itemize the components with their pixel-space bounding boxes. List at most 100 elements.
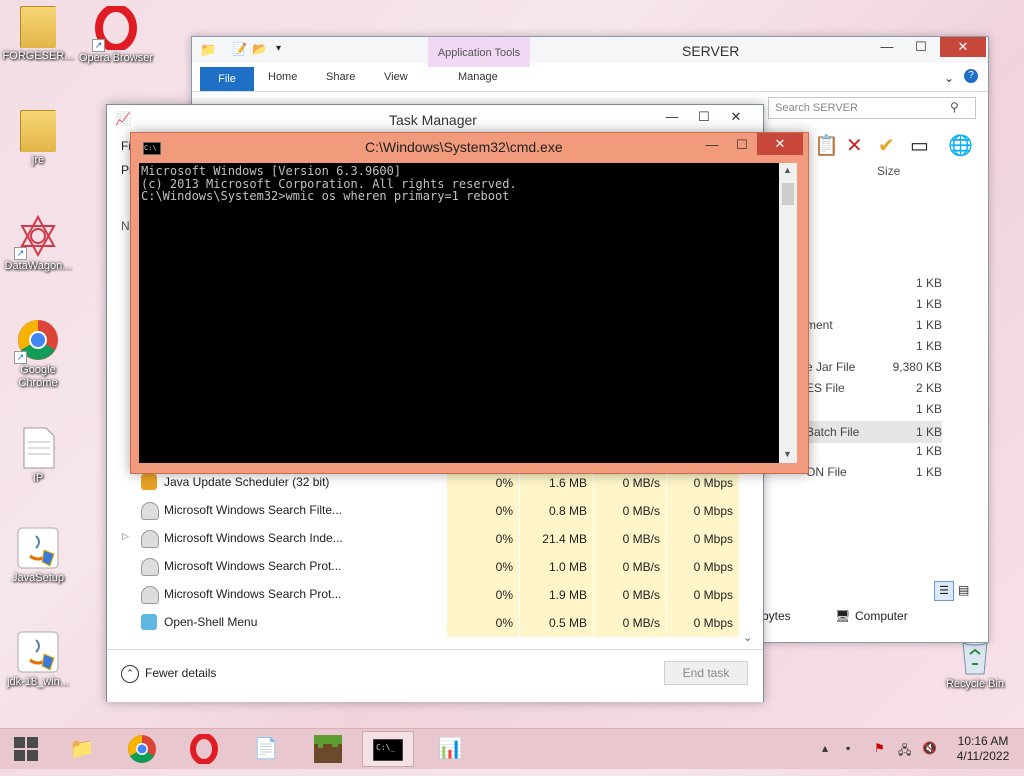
details-view-icon[interactable]: ☰ — [934, 581, 954, 601]
maximize-button[interactable]: ☐ — [904, 37, 938, 57]
tab-file[interactable]: File — [200, 67, 254, 91]
folder-icon — [20, 6, 56, 48]
process-row[interactable]: Microsoft Windows Search Filte... 0% 0.8 M… — [107, 497, 747, 525]
volume-muted-icon[interactable]: 🔇 — [922, 741, 937, 755]
file-explorer-taskbar-icon[interactable]: 📁 — [56, 731, 108, 767]
maximize-button[interactable]: ☐ — [687, 107, 721, 127]
show-hidden-icons-icon[interactable]: ▴ — [822, 741, 828, 755]
tab-home[interactable]: Home — [268, 71, 297, 83]
console-scrollbar[interactable]: ▲ ▼ — [779, 163, 797, 463]
clock[interactable]: 10:16 AM 4/11/2022 — [948, 734, 1018, 764]
file-row[interactable]: ES File 2 KB — [806, 381, 942, 395]
rename-icon[interactable]: ▭ — [910, 133, 929, 158]
paste-icon[interactable]: 📋 — [814, 133, 839, 158]
desktop-icon-datawagon[interactable]: ↗ DataWagon... — [0, 214, 76, 273]
process-name: Open-Shell Menu — [164, 615, 258, 629]
process-disk-cell: 0 MB/s — [594, 553, 666, 581]
console-output[interactable]: Microsoft Windows [Version 6.3.9600] (c) … — [139, 163, 779, 463]
desktop-icon-chrome[interactable]: ↗ Google Chrome — [0, 318, 76, 390]
process-row[interactable]: ▷ Microsoft Windows Search Inde... 0% 21.4 … — [107, 525, 747, 553]
desktop-icon-javasetup[interactable]: JavaSetup — [0, 526, 76, 585]
file-row[interactable]: e Jar File 9,380 KB — [806, 360, 942, 374]
search-icon[interactable]: ⚲ — [950, 100, 959, 114]
scroll-down-icon[interactable]: ▼ — [783, 449, 792, 459]
tab-manage[interactable]: Manage — [458, 71, 498, 83]
process-mem-cell: 1.0 MB — [520, 553, 593, 581]
maximize-button[interactable]: ☐ — [725, 135, 759, 155]
process-net-cell: 0 Mbps — [667, 525, 739, 553]
minimize-button[interactable]: — — [695, 135, 729, 155]
process-mem-cell: 1.9 MB — [520, 581, 593, 609]
new-folder-icon[interactable]: 📂 — [252, 42, 267, 56]
minimize-button[interactable]: — — [870, 37, 904, 57]
java-process-icon — [141, 474, 157, 490]
opera-taskbar-icon[interactable] — [178, 731, 230, 767]
process-cpu-cell: 0% — [447, 497, 519, 525]
size-column-header[interactable]: Size — [877, 164, 900, 178]
explorer-ribbon: File Home Share View Manage ⌄ ? — [192, 67, 988, 92]
scrollbar-thumb[interactable] — [782, 183, 794, 205]
tab-view[interactable]: View — [384, 71, 408, 83]
scroll-up-icon[interactable]: ▲ — [783, 165, 792, 175]
file-row[interactable]: ment 1 KB — [806, 318, 942, 332]
process-net-cell: 0 Mbps — [667, 581, 739, 609]
process-net-cell: 0 Mbps — [667, 497, 739, 525]
expand-chevron-icon[interactable]: ▷ — [122, 531, 129, 542]
close-button[interactable]: ✕ — [757, 133, 803, 155]
ribbon-expand-icon[interactable]: ⌄ — [944, 71, 954, 85]
console-command-line: C:\Windows\System32>wmic os wheren prima… — [141, 189, 510, 203]
fewer-details-label: Fewer details — [145, 666, 217, 681]
close-button[interactable]: ✕ — [940, 37, 986, 57]
search-input[interactable]: Search SERVER — [768, 97, 976, 119]
close-button[interactable]: ✕ — [719, 107, 753, 127]
datawagon-icon: ↗ — [14, 214, 60, 260]
desktop-icon-forgeserver[interactable]: FORGESER... — [0, 6, 76, 63]
tray-app-icon[interactable]: ▪ — [846, 741, 850, 755]
process-name: Microsoft Windows Search Prot... — [164, 559, 342, 573]
process-row[interactable]: Microsoft Windows Search Prot... 0% 1.0 MB… — [107, 553, 747, 581]
clock-time: 10:16 AM — [957, 734, 1009, 748]
process-name: Java Update Scheduler (32 bit) — [164, 475, 330, 489]
desktop-icon-jre[interactable]: jre — [0, 110, 76, 167]
desktop-icon-ip[interactable]: IP — [0, 426, 76, 485]
desktop-icon-label: jdk-18_win... — [7, 676, 69, 688]
checkmark-icon[interactable]: ✔ — [878, 133, 895, 158]
status-computer: Computer — [855, 609, 908, 623]
chrome-taskbar-icon[interactable] — [116, 731, 168, 767]
process-disk-cell: 0 MB/s — [594, 609, 666, 637]
java-installer-icon — [16, 630, 60, 674]
minimize-button[interactable]: — — [655, 107, 689, 127]
task-manager-taskbar-icon[interactable]: 📊 — [424, 731, 476, 767]
chevron-down-icon[interactable]: ▾ — [276, 43, 281, 54]
desktop-icon-jdk[interactable]: jdk-18_win... — [0, 630, 76, 689]
properties-icon[interactable]: 📝 — [232, 42, 247, 56]
globe-icon[interactable]: 🌐 — [948, 133, 973, 158]
explorer-titlebar[interactable]: 📁 📝 📂 ▾ Application Tools SERVER — ☐ ✕ — [192, 37, 988, 67]
process-row[interactable]: Microsoft Windows Search Prot... 0% 1.9 MB… — [107, 581, 747, 609]
process-mem-cell: 0.5 MB — [520, 609, 593, 637]
delete-icon[interactable]: ✕ — [846, 133, 863, 158]
help-icon[interactable]: ? — [964, 69, 978, 83]
network-icon[interactable]: 🖧 — [898, 741, 911, 762]
file-row-selected[interactable]: Batch File 1 KB — [806, 421, 942, 443]
fewer-details-button[interactable]: ⌃ Fewer details — [121, 665, 216, 683]
notepad-taskbar-icon[interactable]: 📄 — [240, 731, 292, 767]
process-disk-cell: 0 MB/s — [594, 581, 666, 609]
process-row[interactable]: Open-Shell Menu 0% 0.5 MB 0 MB/s 0 Mbps — [107, 609, 747, 637]
end-task-button[interactable]: End task — [664, 661, 748, 685]
folder-icon: 📁 — [200, 42, 217, 57]
file-row[interactable]: ON File 1 KB — [806, 465, 942, 479]
start-button[interactable] — [0, 731, 52, 767]
desktop-icon-label: Recycle Bin — [945, 678, 1005, 690]
cmd-window[interactable]: C:\ C:\Windows\System32\cmd.exe — ☐ ✕ Mi… — [130, 132, 809, 474]
cmd-title: C:\Windows\System32\cmd.exe — [365, 139, 563, 155]
scroll-down-icon[interactable]: ⌄ — [743, 631, 752, 644]
process-cpu-cell: 0% — [447, 525, 519, 553]
large-icons-view-icon[interactable]: ▤ — [958, 583, 969, 597]
action-center-icon[interactable]: ⚑ — [874, 741, 885, 755]
taskbar: 📁 📄 C:\_ 📊 ▴ ▪ ⚑ 🖧 🔇 10:16 AM 4/11/2022 — [0, 728, 1024, 769]
desktop-icon-opera[interactable]: ↗ Opera Browser — [78, 4, 154, 65]
cmd-taskbar-icon[interactable]: C:\_ — [362, 731, 414, 767]
tab-share[interactable]: Share — [326, 71, 355, 83]
minecraft-taskbar-icon[interactable] — [302, 731, 354, 767]
